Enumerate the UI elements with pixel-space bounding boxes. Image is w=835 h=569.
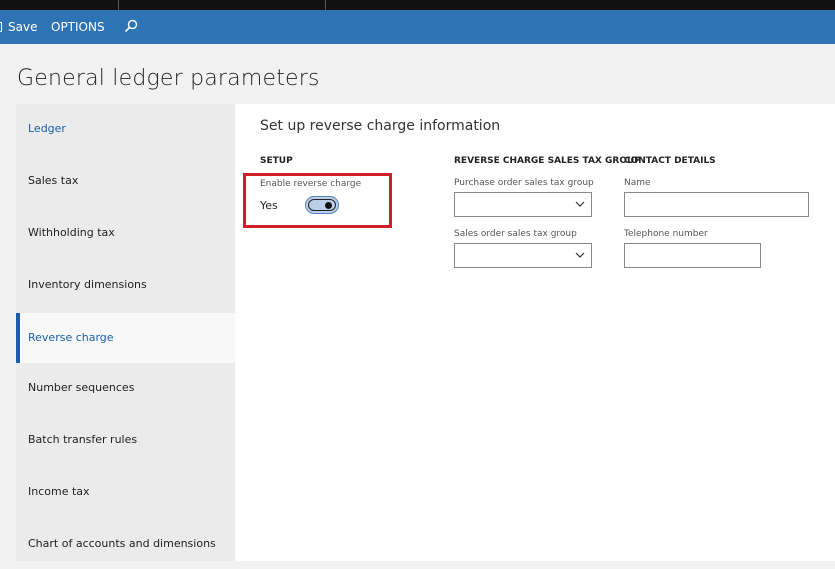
save-icon (0, 22, 2, 32)
sidebar-item-batch-transfer-rules[interactable]: Batch transfer rules (16, 415, 235, 465)
sidebar-item-chart-of-accounts[interactable]: Chart of accounts and dimensions (16, 519, 235, 569)
page-title: General ledger parameters (17, 66, 320, 91)
sidebar-item-sales-tax[interactable]: Sales tax (16, 156, 235, 206)
save-button-label: Save (8, 20, 38, 34)
contact-details-header: CONTACT DETAILS (624, 156, 716, 166)
action-bar: Save OPTIONS (0, 10, 835, 44)
title-strip (0, 0, 835, 10)
chevron-down-icon (575, 201, 585, 207)
strip-divider (325, 0, 326, 10)
telephone-number-input[interactable] (624, 243, 761, 268)
sales-order-tax-group-select[interactable] (454, 243, 592, 268)
sidebar-item-reverse-charge[interactable]: Reverse charge (16, 313, 235, 363)
sidebar-item-income-tax[interactable]: Income tax (16, 467, 235, 517)
section-title: Set up reverse charge information (260, 118, 501, 134)
purchase-order-tax-group-select[interactable] (454, 192, 592, 217)
sidebar-item-withholding-tax[interactable]: Withholding tax (16, 208, 235, 258)
sidebar: Ledger Sales tax Withholding tax Invento… (16, 104, 235, 561)
highlight-box (243, 173, 392, 228)
telephone-number-label: Telephone number (624, 229, 708, 239)
sales-tax-group-header: REVERSE CHARGE SALES TAX GROUP (454, 156, 641, 166)
sidebar-item-inventory-dimensions[interactable]: Inventory dimensions (16, 260, 235, 310)
purchase-order-tax-group-label: Purchase order sales tax group (454, 178, 594, 188)
setup-header: SETUP (260, 156, 293, 166)
search-icon[interactable] (124, 19, 138, 33)
name-label: Name (624, 178, 651, 188)
save-button[interactable]: Save (0, 10, 38, 44)
chevron-down-icon (575, 252, 585, 258)
strip-divider (118, 0, 119, 10)
name-input[interactable] (624, 192, 809, 217)
options-button[interactable]: OPTIONS (51, 10, 105, 44)
sidebar-item-number-sequences[interactable]: Number sequences (16, 363, 235, 413)
sales-order-tax-group-label: Sales order sales tax group (454, 229, 577, 239)
sidebar-item-ledger[interactable]: Ledger (16, 104, 235, 154)
